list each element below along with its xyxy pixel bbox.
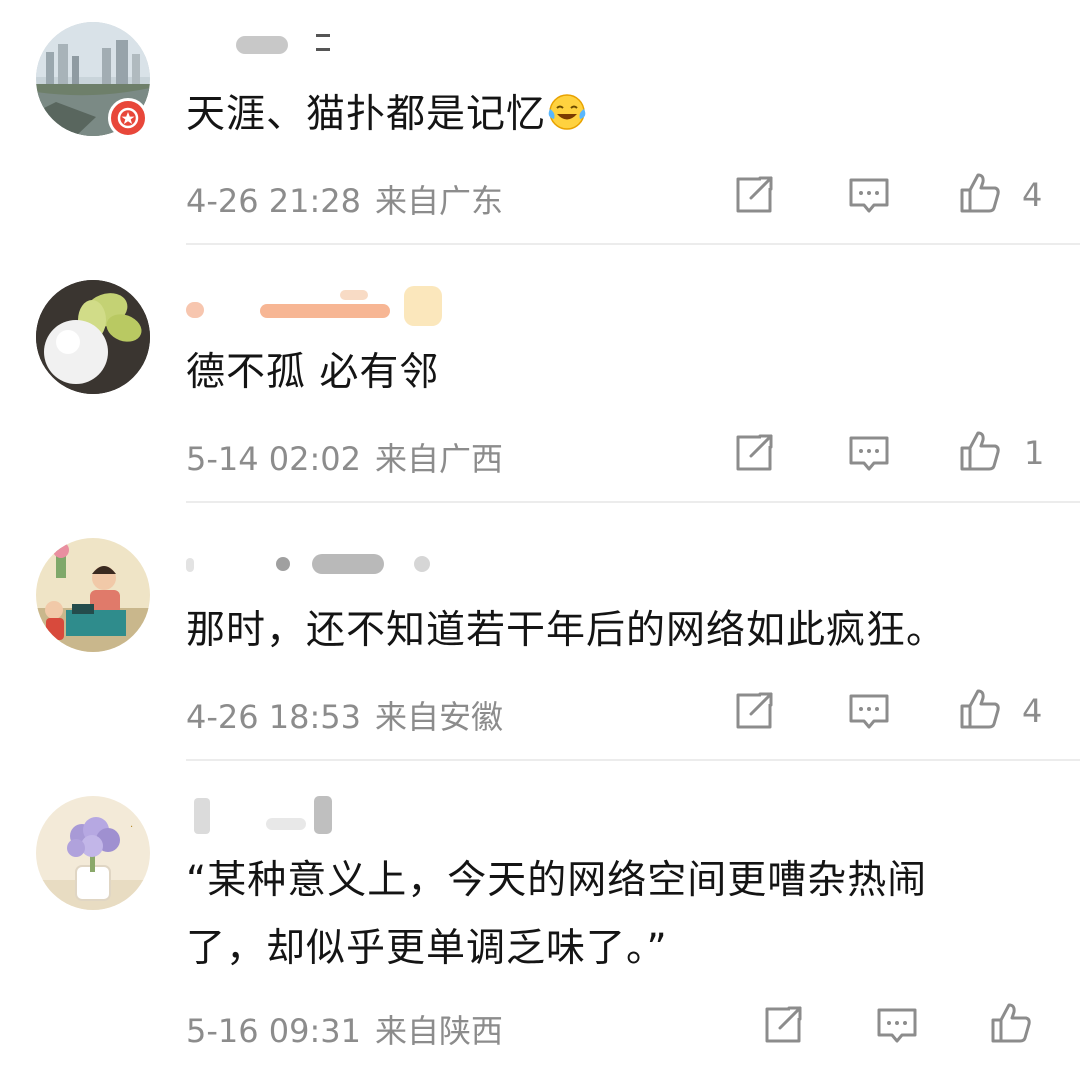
comment-time: 5-14 02:02: [186, 440, 362, 478]
username-blurred[interactable]: [186, 794, 466, 834]
comment-text-line: “某种意义上，今天的网络空间更嘈杂热闹: [186, 850, 927, 912]
comment-meta: 4-26 21:28 来自广东: [186, 176, 517, 222]
comment-icon: [877, 1008, 917, 1043]
comment-location: 来自广西: [375, 440, 504, 478]
comment-text: 天涯、猫扑都是记忆: [186, 84, 588, 146]
like-icon: [960, 431, 1000, 471]
avatar[interactable]: [36, 280, 150, 394]
divider: [186, 243, 1080, 245]
divider: [186, 759, 1080, 761]
comment-button[interactable]: [846, 172, 892, 218]
username-blurred[interactable]: [186, 544, 466, 584]
like-button[interactable]: [957, 428, 1003, 474]
avatar[interactable]: [36, 538, 150, 652]
repost-icon: [736, 176, 773, 213]
like-count: 4: [1022, 176, 1043, 214]
comment-button[interactable]: [846, 430, 892, 476]
comment-text-content: 德不孤 必有邻: [186, 350, 440, 395]
comment-text-content: 了，却似乎更单调乏味了。”: [186, 926, 668, 971]
like-icon: [960, 173, 1000, 213]
like-count: 1: [1024, 434, 1045, 472]
like-count: 4: [1022, 692, 1043, 730]
verified-badge-icon: [108, 98, 148, 138]
like-button[interactable]: [957, 170, 1003, 216]
comment-button[interactable]: [846, 688, 892, 734]
repost-button[interactable]: [731, 430, 777, 476]
comment-text: 那时，还不知道若干年后的网络如此疯狂。: [186, 600, 946, 662]
laughing-tears-emoji-icon: [546, 90, 588, 132]
comment-location: 来自安徽: [375, 698, 504, 736]
comment-icon: [849, 694, 889, 729]
divider: [186, 501, 1080, 503]
like-button[interactable]: [957, 686, 1003, 732]
repost-button[interactable]: [731, 688, 777, 734]
comment-time: 4-26 21:28: [186, 182, 362, 220]
svg-text:·: ·: [130, 822, 133, 833]
comment-icon: [849, 178, 889, 213]
like-button[interactable]: [988, 1000, 1034, 1046]
repost-icon: [765, 1006, 802, 1043]
comment-item: 天涯、猫扑都是记忆 4-26 21:28 来自广东 4: [0, 0, 1080, 245]
like-icon: [960, 689, 1000, 729]
comment-time: 5-16 09:31: [186, 1012, 362, 1050]
repost-button[interactable]: [731, 172, 777, 218]
comment-icon: [849, 436, 889, 471]
username-blurred[interactable]: [186, 28, 466, 68]
comment-item: 德不孤 必有邻 5-14 02:02 来自广西 1: [0, 258, 1080, 503]
repost-icon: [736, 692, 773, 729]
comment-time: 4-26 18:53: [186, 698, 362, 736]
comment-text-content: 天涯、猫扑都是记忆: [186, 92, 547, 137]
comment-meta: 4-26 18:53 来自安徽: [186, 692, 517, 738]
repost-button[interactable]: [760, 1002, 806, 1048]
comment-text-content: “某种意义上，今天的网络空间更嘈杂热闹: [186, 858, 928, 903]
comment-location: 来自广东: [375, 182, 504, 220]
avatar[interactable]: ·: [36, 796, 150, 910]
comment-location: 来自陕西: [375, 1012, 504, 1050]
like-icon: [991, 1003, 1031, 1043]
repost-icon: [736, 434, 773, 471]
comment-text: 德不孤 必有邻: [186, 342, 439, 404]
comment-text-content: 那时，还不知道若干年后的网络如此疯狂。: [186, 608, 947, 653]
comment-item: 那时，还不知道若干年后的网络如此疯狂。 4-26 18:53 来自安徽 4: [0, 516, 1080, 761]
username-blurred[interactable]: [186, 286, 466, 326]
comment-meta: 5-16 09:31 来自陕西: [186, 1006, 517, 1052]
comment-button[interactable]: [874, 1002, 920, 1048]
comment-item: · “某种意义上，今天的网络空间更嘈杂热闹 了，却似乎更单调乏味了。” 5-16…: [0, 774, 1080, 1073]
comment-text-line: 了，却似乎更单调乏味了。”: [186, 918, 668, 980]
comment-meta: 5-14 02:02 来自广西: [186, 434, 517, 480]
